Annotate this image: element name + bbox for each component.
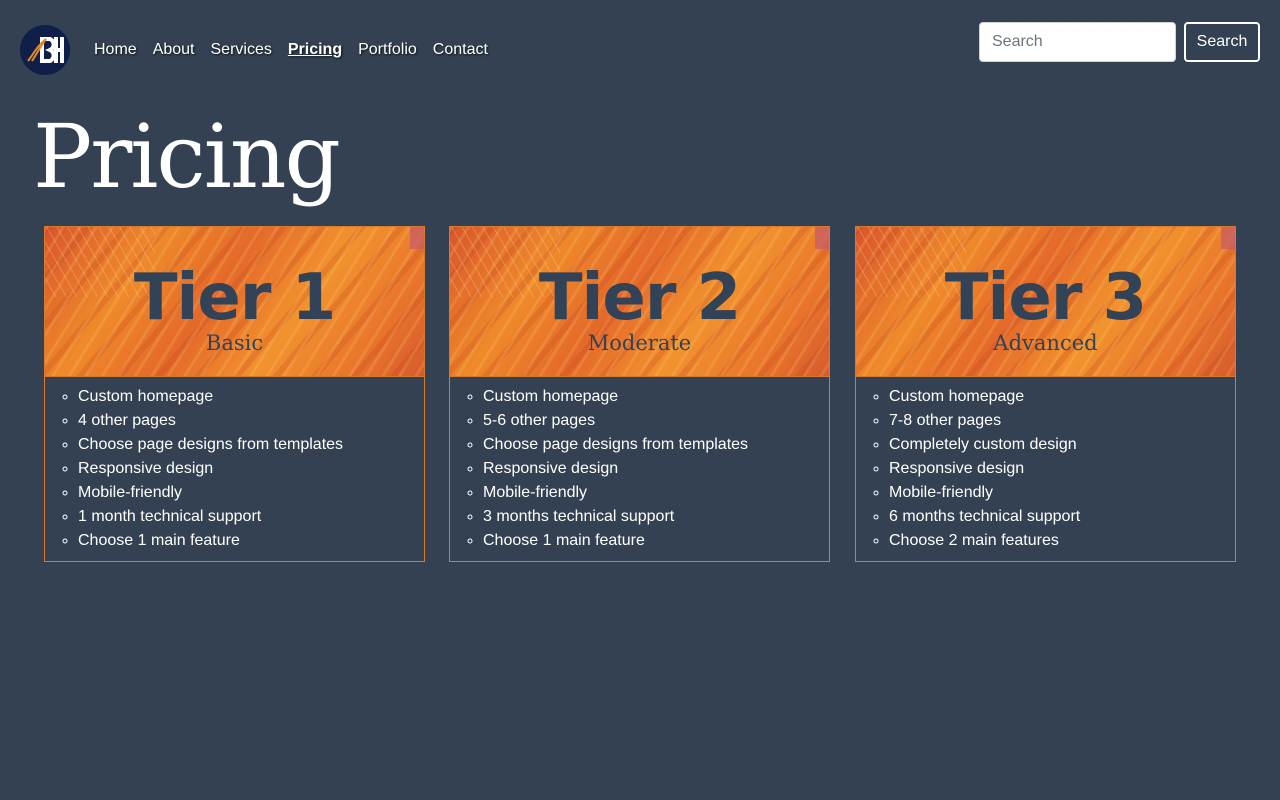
feature-item: 1 month technical support [78,505,424,529]
card-banner-image: Tier 3 Advanced [856,227,1235,377]
tier-name: Tier 1 [133,261,336,335]
card-banner-image: Tier 1 Basic [45,227,424,377]
pricing-card-tier-2: Tier 2 Moderate Custom homepage 5-6 othe… [449,226,830,562]
main-nav: Home About Services Pricing Portfolio Co… [94,40,488,60]
tier-level: Basic [205,331,264,355]
feature-item: Custom homepage [78,385,424,409]
search-input[interactable] [979,22,1176,62]
feature-item: Mobile-friendly [889,481,1235,505]
feature-item: Responsive design [889,457,1235,481]
feature-item: 5-6 other pages [483,409,829,433]
nav-link-portfolio[interactable]: Portfolio [358,40,417,60]
page-title: Pricing [33,105,341,208]
feature-item: Choose page designs from templates [78,433,424,457]
feature-item: Choose 1 main feature [78,529,424,553]
card-banner-image: Tier 2 Moderate [450,227,829,377]
feature-item: Custom homepage [889,385,1235,409]
feature-list: Custom homepage 4 other pages Choose pag… [45,377,424,553]
nav-link-services[interactable]: Services [211,40,272,60]
feature-item: Mobile-friendly [78,481,424,505]
feature-item: Choose page designs from templates [483,433,829,457]
nav-link-pricing[interactable]: Pricing [288,40,342,60]
tier-name: Tier 3 [944,261,1147,335]
nav-link-contact[interactable]: Contact [433,40,488,60]
nav-link-about[interactable]: About [153,40,195,60]
tier-level: Advanced [993,331,1098,355]
feature-item: 6 months technical support [889,505,1235,529]
logo-icon[interactable] [20,25,70,75]
tier-level: Moderate [587,331,692,355]
tier-name: Tier 2 [538,261,741,335]
feature-item: 3 months technical support [483,505,829,529]
feature-item: 4 other pages [78,409,424,433]
pricing-card-tier-3: Tier 3 Advanced Custom homepage 7-8 othe… [855,226,1236,562]
feature-list: Custom homepage 5-6 other pages Choose p… [450,377,829,553]
feature-item: Choose 1 main feature [483,529,829,553]
feature-item: Responsive design [78,457,424,481]
feature-item: Choose 2 main features [889,529,1235,553]
pricing-card-tier-1: Tier 1 Basic Custom homepage 4 other pag… [44,226,425,562]
nav-link-home[interactable]: Home [94,40,137,60]
feature-item: Responsive design [483,457,829,481]
feature-item: 7-8 other pages [889,409,1235,433]
feature-item: Mobile-friendly [483,481,829,505]
feature-list: Custom homepage 7-8 other pages Complete… [856,377,1235,553]
feature-item: Completely custom design [889,433,1235,457]
search-button[interactable]: Search [1184,22,1260,62]
feature-item: Custom homepage [483,385,829,409]
